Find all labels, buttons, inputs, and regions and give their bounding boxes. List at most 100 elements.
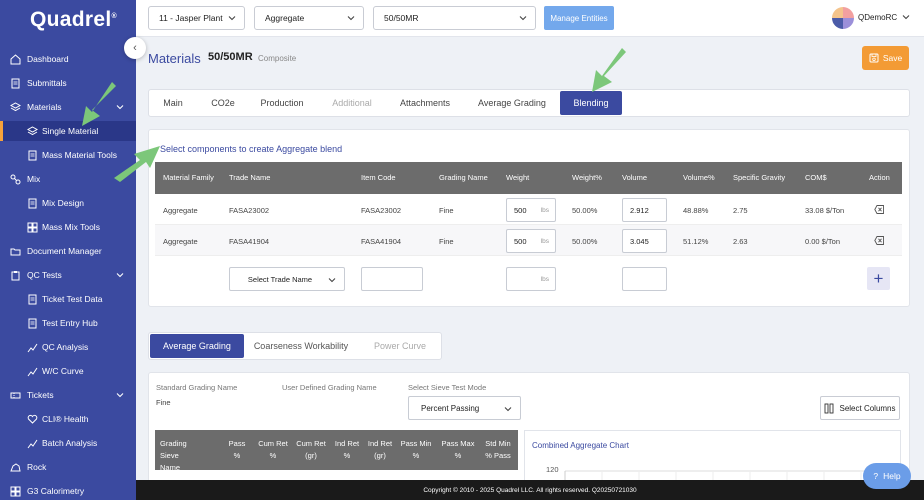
column-header: Item Code	[361, 173, 396, 182]
column-header: COM$	[805, 173, 827, 182]
sidebar-item-label: Dashboard	[27, 54, 69, 64]
sidebar-item-label: Batch Analysis	[42, 438, 98, 448]
specific-gravity-cell: 2.75	[733, 206, 748, 215]
sidebar-item-label: Mass Material Tools	[42, 150, 117, 160]
document-icon	[27, 318, 38, 329]
entity-select[interactable]: 50/50MR	[373, 6, 536, 30]
page-title: Materials	[148, 51, 201, 66]
category-select[interactable]: Aggregate	[254, 6, 364, 30]
folder-icon	[10, 246, 21, 257]
save-icon	[869, 53, 879, 63]
sidebar-item-batch-analysis[interactable]: Batch Analysis	[0, 433, 136, 453]
volume-pct-cell: 51.12%	[683, 237, 709, 246]
tab-co2e[interactable]: CO2e	[200, 90, 246, 116]
select-columns-button[interactable]: Select Columns	[820, 396, 900, 420]
grading-column-header: Std Min % Pass	[482, 438, 514, 462]
new-weight-input[interactable]: lbs	[506, 267, 556, 291]
header-line: (gr)	[374, 451, 386, 460]
header-line: %	[343, 451, 351, 460]
sidebar-item-document-manager[interactable]: Document Manager	[0, 241, 136, 261]
tab-average-grading[interactable]: Average Grading	[150, 334, 244, 358]
sidebar-item-tickets[interactable]: Tickets	[0, 385, 136, 405]
tab-power-curve[interactable]: Power Curve	[358, 333, 442, 359]
sidebar-item-label: G3 Calorimetry	[27, 486, 85, 496]
chart-title: Combined Aggregate Chart	[532, 441, 629, 450]
tab-additional[interactable]: Additional	[320, 90, 384, 116]
column-header: Action	[869, 173, 890, 182]
trade-name-select[interactable]: Select Trade Name	[229, 267, 345, 291]
sidebar-item-label: QC Tests	[27, 270, 62, 280]
sidebar-item-mix-design[interactable]: Mix Design	[0, 193, 136, 213]
user-grading-label: User Defined Grading Name	[282, 383, 377, 392]
sidebar-item-label: Mix	[27, 174, 41, 184]
grid-icon	[10, 486, 21, 497]
heart-icon	[27, 414, 38, 425]
add-component-button[interactable]: +	[867, 267, 890, 290]
volume-value: 3.045	[630, 236, 649, 246]
tab-attachments[interactable]: Attachments	[392, 90, 458, 116]
column-header: Weight	[506, 173, 530, 182]
avatar[interactable]	[832, 7, 854, 29]
chevron-down-icon[interactable]	[902, 13, 910, 21]
sidebar-item-label: Test Entry Hub	[42, 318, 98, 328]
entity-select-value: 50/50MR	[384, 13, 419, 23]
sidebar-item-qc-analysis[interactable]: QC Analysis	[0, 337, 136, 357]
sidebar-item-label: Document Manager	[27, 246, 102, 256]
sidebar-item-cli-health[interactable]: CLI® Health	[0, 409, 136, 429]
weight-input[interactable]: 500 lbs	[506, 198, 556, 222]
ticket-icon	[10, 390, 21, 401]
plant-select-value: 11 - Jasper Plant	[159, 13, 223, 23]
grading-name-cell: Fine	[439, 237, 454, 246]
sidebar-item-g3-calorimetry[interactable]: G3 Calorimetry	[0, 481, 136, 500]
sidebar-item-dashboard[interactable]: Dashboard	[0, 49, 136, 69]
remove-icon[interactable]	[874, 204, 885, 215]
item-code-cell: FASA41904	[361, 237, 402, 246]
tab-main[interactable]: Main	[150, 90, 196, 116]
manage-entities-button[interactable]: Manage Entities	[544, 6, 614, 30]
item-code-cell: FASA23002	[361, 206, 402, 215]
help-label: Help	[883, 471, 901, 481]
sidebar-item-mass-mix-tools[interactable]: Mass Mix Tools	[0, 217, 136, 237]
sidebar-item-label: Ticket Test Data	[42, 294, 103, 304]
weight-unit: lbs	[540, 275, 549, 283]
save-button[interactable]: Save	[862, 46, 909, 70]
user-name[interactable]: QDemoRC	[858, 13, 897, 22]
sidebar-item-w-c-curve[interactable]: W/C Curve	[0, 361, 136, 381]
collapse-sidebar-button[interactable]: ‹	[124, 37, 146, 59]
question-icon: ?	[873, 471, 879, 481]
remove-icon[interactable]	[874, 235, 885, 246]
weight-input[interactable]: 500 lbs	[506, 229, 556, 253]
category-select-value: Aggregate	[265, 13, 305, 23]
clipboard-icon	[10, 270, 21, 281]
column-header: Material Family	[163, 173, 214, 182]
tab-production[interactable]: Production	[252, 90, 312, 116]
column-header: Weight%	[572, 173, 602, 182]
sidebar-item-ticket-test-data[interactable]: Ticket Test Data	[0, 289, 136, 309]
guide-arrow-icon	[114, 146, 160, 182]
sidebar-item-rock[interactable]: Rock	[0, 457, 136, 477]
volume-input[interactable]: 3.045	[622, 229, 667, 253]
help-button[interactable]: ? Help	[863, 463, 911, 489]
volume-input[interactable]: 2.912	[622, 198, 667, 222]
sidebar-item-test-entry-hub[interactable]: Test Entry Hub	[0, 313, 136, 333]
plant-select[interactable]: 11 - Jasper Plant	[148, 6, 245, 30]
tab-coarseness-workability[interactable]: Coarseness Workability	[246, 333, 356, 359]
header-line: Grading	[160, 439, 187, 448]
sidebar-item-qc-tests[interactable]: QC Tests	[0, 265, 136, 285]
layers-icon	[27, 125, 38, 137]
volume-pct-cell: 48.88%	[683, 206, 709, 215]
sieve-mode-value: Percent Passing	[421, 403, 480, 413]
header-line: Ind Ret	[367, 439, 393, 448]
quadrel-logo[interactable]: Quadrel®	[30, 8, 117, 32]
tab-average-grading[interactable]: Average Grading	[470, 90, 554, 116]
document-icon	[27, 150, 38, 161]
specific-gravity-cell: 2.63	[733, 237, 748, 246]
sidebar-item-label: Submittals	[27, 78, 67, 88]
weight-unit: lbs	[540, 206, 549, 214]
header-line: Pass Max	[441, 439, 475, 448]
item-code-input[interactable]	[361, 267, 423, 291]
new-volume-input[interactable]	[622, 267, 667, 291]
weight-pct-cell: 50.00%	[572, 237, 598, 246]
material-name: 50/50MR	[208, 51, 253, 63]
sieve-mode-select[interactable]: Percent Passing	[408, 396, 521, 420]
